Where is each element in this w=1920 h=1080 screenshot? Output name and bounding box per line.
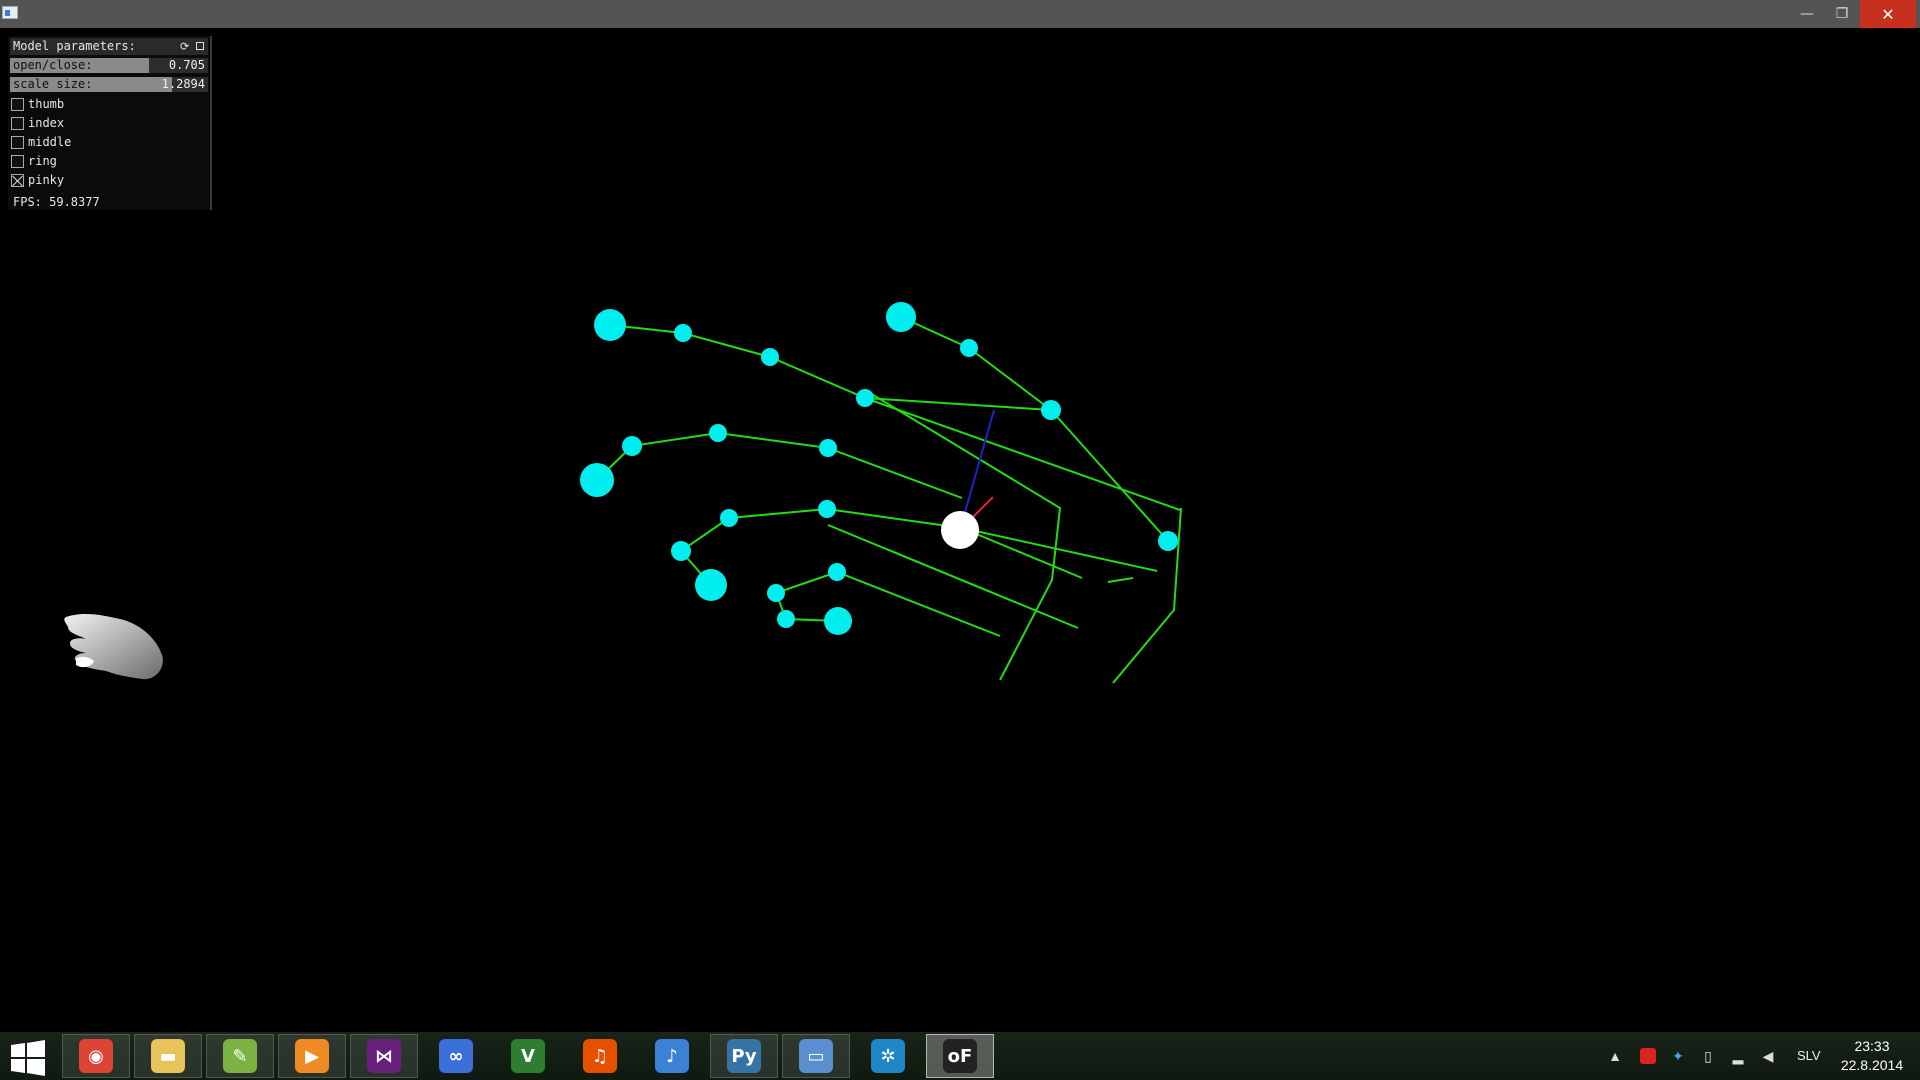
minimize-button[interactable]: — xyxy=(1790,0,1824,28)
music-icon: ♪ xyxy=(655,1039,689,1073)
middle-label: middle xyxy=(28,135,72,149)
fingertip-joint xyxy=(824,607,852,635)
joint xyxy=(709,424,727,442)
skeleton-joints xyxy=(580,302,1178,635)
middle-checkbox[interactable] xyxy=(11,136,24,149)
joint xyxy=(1041,400,1061,420)
clock-date: 22.8.2014 xyxy=(1840,1057,1904,1073)
taskbar-app-python[interactable]: Py xyxy=(710,1034,778,1078)
taskbar-app-infinity-app[interactable]: ∞ xyxy=(422,1034,490,1078)
finger-3-bones xyxy=(596,431,963,499)
taskbar-app-notepad++[interactable]: ✎ xyxy=(206,1034,274,1078)
scale-size-value: 1.2894 xyxy=(161,77,205,91)
palm-line-3 xyxy=(1107,577,1134,583)
index-checkbox[interactable] xyxy=(11,117,24,130)
joint xyxy=(828,563,846,581)
palm-center xyxy=(941,511,979,549)
battery-icon[interactable]: ▯ xyxy=(1700,1048,1716,1064)
panel-title: Model parameters: xyxy=(13,39,136,53)
monitor-icon: ▭ xyxy=(799,1039,833,1073)
infinity-icon: ∞ xyxy=(439,1039,473,1073)
open-close-slider[interactable]: open/close: 0.705 xyxy=(10,58,208,73)
of-icon: oF xyxy=(943,1039,977,1073)
language-indicator[interactable]: SLV xyxy=(1797,1048,1821,1063)
palm-diagonal xyxy=(864,397,1181,511)
hand-skeleton-scene xyxy=(580,302,1182,684)
index-label: index xyxy=(28,116,65,130)
joint xyxy=(761,348,779,366)
taskbar-app-audacity[interactable]: ♫ xyxy=(566,1034,634,1078)
finger-1-bones xyxy=(609,324,866,399)
clock[interactable]: 23:33 22.8.2014 xyxy=(1840,1037,1904,1075)
hand-model-icon xyxy=(64,613,163,680)
folder-icon: ▬ xyxy=(151,1039,185,1073)
fingertip-joint xyxy=(886,302,916,332)
notepad-icon: ✎ xyxy=(223,1039,257,1073)
taskbar-app-vim[interactable]: V xyxy=(494,1034,562,1078)
joint xyxy=(767,584,785,602)
joint xyxy=(674,324,692,342)
signal-icon[interactable]: ▂ xyxy=(1730,1048,1746,1064)
thumb-palm-link xyxy=(1050,409,1169,542)
model-parameters-panel: Model parameters: ⟳ open/close: 0.705 sc… xyxy=(8,36,212,210)
taskbar-app-visual-studio[interactable]: ⋈ xyxy=(350,1034,418,1078)
taskbar-app-itunes[interactable]: ♪ xyxy=(638,1034,706,1078)
panel-header: Model parameters: ⟳ xyxy=(10,38,208,55)
network-warning-icon[interactable] xyxy=(1640,1048,1656,1064)
joint xyxy=(818,500,836,518)
taskbar: ◉ ▬ ✎ ▶ ⋈ ∞ V ♫ ♪ Py ▭ ✲ oF ▲ ✦ ▯ ▂ ◀ SLV 23:33 22.8… xyxy=(0,1032,1920,1080)
play-icon: ▶ xyxy=(295,1039,329,1073)
pinky-checkbox[interactable] xyxy=(11,174,24,187)
scale-size-slider[interactable]: scale size: 1.2894 xyxy=(10,77,208,92)
joint xyxy=(856,389,874,407)
show-hidden-icons-button[interactable]: ▲ xyxy=(1607,1048,1623,1064)
fingertip-joint xyxy=(594,309,626,341)
chrome-icon: ◉ xyxy=(79,1039,113,1073)
ring-label: ring xyxy=(28,154,57,168)
close-button[interactable]: ✕ xyxy=(1860,0,1916,28)
reload-icon[interactable]: ⟳ xyxy=(180,38,189,55)
joint xyxy=(720,509,738,527)
joint xyxy=(622,436,642,456)
visual-studio-icon: ⋈ xyxy=(367,1039,401,1073)
panel-minimize-icon[interactable] xyxy=(196,42,204,50)
windows-start-icon[interactable] xyxy=(10,1040,46,1076)
maximize-button[interactable]: ❐ xyxy=(1825,0,1859,28)
taskbar-app-chrome[interactable]: ◉ xyxy=(62,1034,130,1078)
open-close-label: open/close: xyxy=(13,58,93,72)
thumb-base-joint xyxy=(1158,531,1178,551)
palm-line-4 xyxy=(961,527,1083,579)
taskbar-app-media-player[interactable]: ▶ xyxy=(278,1034,346,1078)
palm-line-2 xyxy=(961,527,1158,572)
scale-size-label: scale size: xyxy=(13,77,93,91)
taskbar-app-file-explorer[interactable]: ▬ xyxy=(134,1034,202,1078)
skeleton-bones xyxy=(596,316,1182,684)
thumb-checkbox[interactable] xyxy=(11,98,24,111)
thumb-label: thumb xyxy=(28,97,65,111)
title-bar: — ❐ ✕ xyxy=(0,0,1920,28)
vim-icon: V xyxy=(511,1039,545,1073)
joint xyxy=(960,339,978,357)
app-window-icon xyxy=(2,6,18,19)
joint xyxy=(819,439,837,457)
volume-icon[interactable]: ◀ xyxy=(1760,1048,1776,1064)
clock-time: 23:33 xyxy=(1854,1038,1890,1054)
joint xyxy=(777,610,795,628)
taskbar-app-tree-app[interactable]: ✲ xyxy=(854,1034,922,1078)
fingertip-joint xyxy=(695,569,727,601)
ring-checkbox[interactable] xyxy=(11,155,24,168)
headphones-icon: ♫ xyxy=(583,1039,617,1073)
dropbox-icon[interactable]: ✦ xyxy=(1670,1048,1686,1064)
finger-2-bones xyxy=(900,316,1052,411)
joint xyxy=(671,541,691,561)
fingertip-joint xyxy=(580,463,614,497)
fps-readout: FPS: 59.8377 xyxy=(13,195,100,209)
python-icon: Py xyxy=(727,1039,761,1073)
taskbar-app-remote-desktop[interactable]: ▭ xyxy=(782,1034,850,1078)
tree-icon: ✲ xyxy=(871,1039,905,1073)
taskbar-app-openframeworks[interactable]: oF xyxy=(926,1034,994,1078)
pinky-label: pinky xyxy=(28,173,65,187)
open-close-value: 0.705 xyxy=(168,58,205,72)
